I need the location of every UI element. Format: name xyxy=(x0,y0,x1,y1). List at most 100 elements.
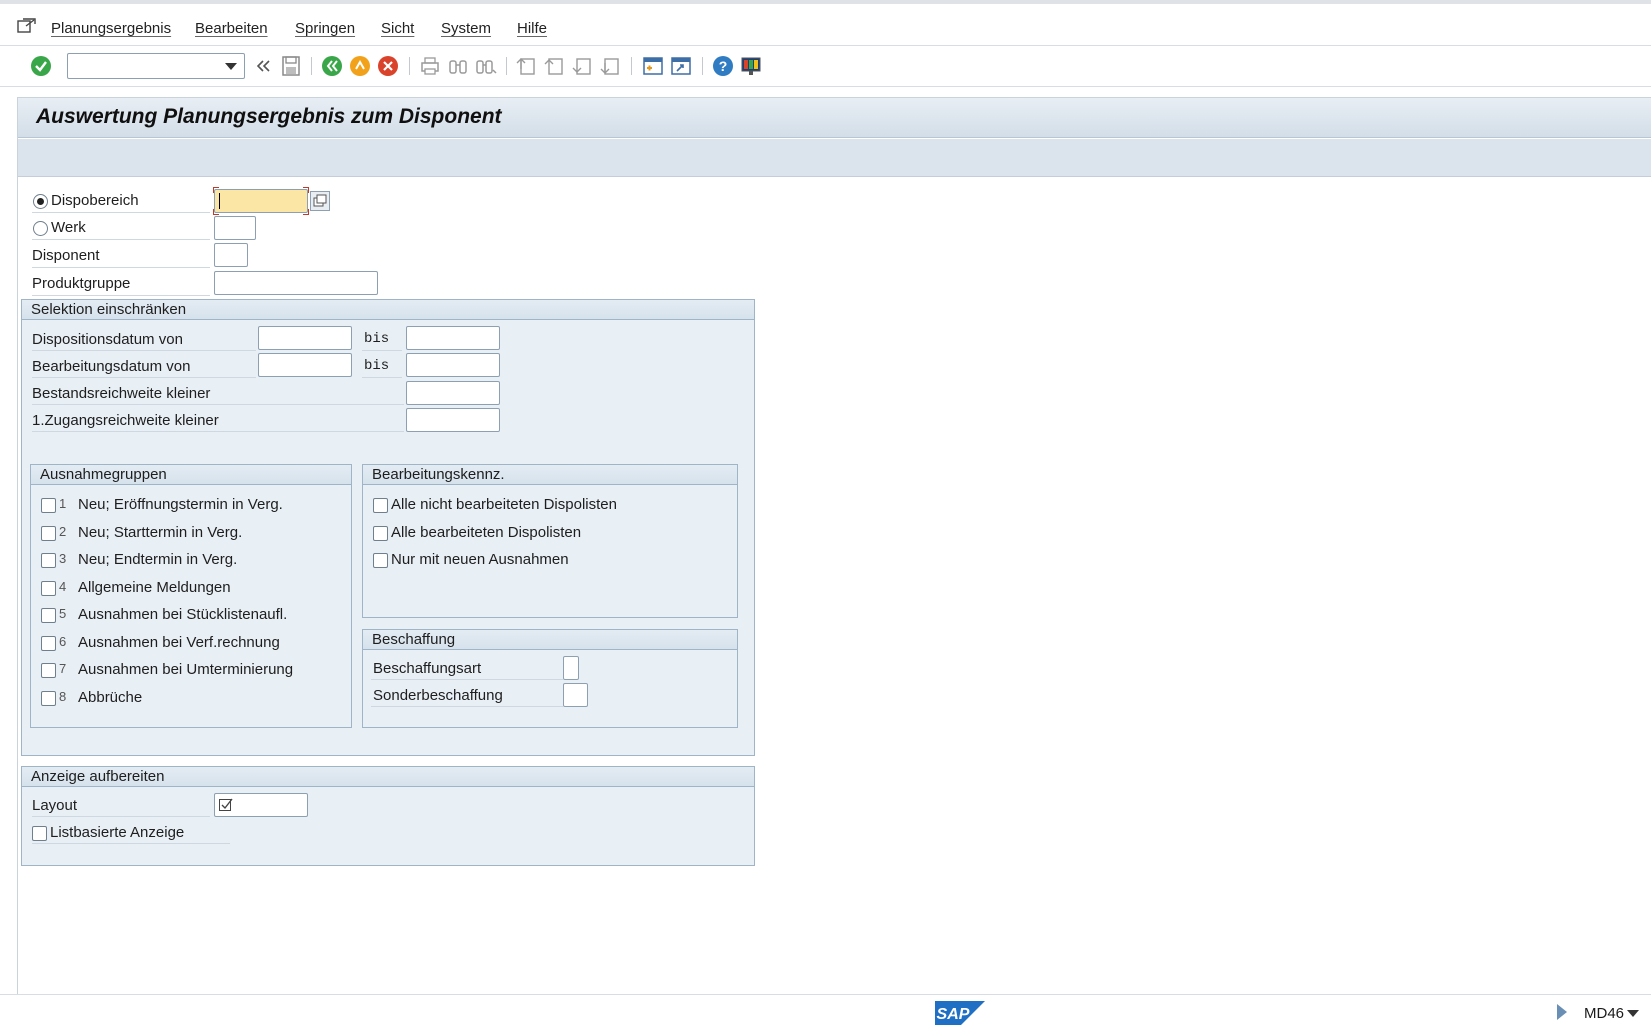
anzeige-title: Anzeige aufbereiten xyxy=(22,767,754,787)
bearbeitungskennz-label: Alle bearbeiteten Dispolisten xyxy=(391,524,582,541)
command-field[interactable] xyxy=(67,53,245,79)
ausnahme-label: Allgemeine Meldungen xyxy=(78,579,231,596)
bearbeitungsdatum-from-input[interactable] xyxy=(258,353,352,377)
ausnahme-checkbox[interactable] xyxy=(41,553,56,568)
dispositionsdatum-bis-label: bis xyxy=(364,331,390,347)
ausnahme-checkbox[interactable] xyxy=(41,636,56,651)
selektion-title: Selektion einschränken xyxy=(22,300,754,320)
multiple-selection-icon[interactable] xyxy=(310,191,330,211)
label-underline xyxy=(32,267,210,268)
label-underline xyxy=(371,706,563,707)
text-cursor xyxy=(219,193,220,209)
menu-icon[interactable] xyxy=(17,18,37,34)
menu-hilfe[interactable]: Hilfe xyxy=(517,20,547,37)
customize-layout-icon[interactable] xyxy=(740,55,762,77)
label-underline xyxy=(32,404,404,405)
last-page-icon[interactable] xyxy=(599,55,621,77)
menu-planungsergebnis[interactable]: Planungsergebnis xyxy=(51,20,171,37)
label-underline xyxy=(32,295,210,296)
sonderbeschaffung-label: Sonderbeschaffung xyxy=(373,687,503,704)
help-icon[interactable]: ? xyxy=(712,55,734,77)
dispositionsdatum-from-input[interactable] xyxy=(258,326,352,350)
bearbeitungskennz-checkbox[interactable] xyxy=(373,498,388,513)
focus-corner xyxy=(213,209,219,215)
focus-corner xyxy=(213,187,219,193)
menu-bar: Planungsergebnis Bearbeiten Springen Sic… xyxy=(0,0,1651,46)
ausnahme-checkbox[interactable] xyxy=(41,608,56,623)
dispobereich-radio[interactable] xyxy=(33,194,48,209)
label-underline xyxy=(362,350,402,351)
bearbeitungskennz-title: Bearbeitungskennz. xyxy=(363,465,737,485)
dispositionsdatum-to-input[interactable] xyxy=(406,326,500,350)
werk-input[interactable] xyxy=(214,216,256,240)
exit-icon[interactable] xyxy=(349,55,371,77)
ausnahme-number: 1 xyxy=(59,496,67,511)
disponent-input[interactable] xyxy=(214,243,248,267)
menu-springen[interactable]: Springen xyxy=(295,20,355,37)
save-icon[interactable] xyxy=(280,55,302,77)
dispobereich-input[interactable] xyxy=(213,187,309,215)
bearbeitungsdatum-bis-label: bis xyxy=(364,358,390,374)
ausnahme-label: Neu; Eröffnungstermin in Verg. xyxy=(78,496,283,513)
menu-system[interactable]: System xyxy=(441,20,491,37)
enter-icon[interactable] xyxy=(30,55,52,77)
ausnahme-number: 6 xyxy=(59,634,67,649)
zugangsreichweite-input[interactable] xyxy=(406,408,500,432)
ausnahme-checkbox[interactable] xyxy=(41,526,56,541)
page-title: Auswertung Planungsergebnis zum Disponen… xyxy=(36,105,502,128)
ausnahme-number: 3 xyxy=(59,551,67,566)
label-underline xyxy=(32,431,404,432)
ausnahme-label: Neu; Starttermin in Verg. xyxy=(78,524,243,541)
generate-shortcut-icon[interactable] xyxy=(670,55,692,77)
back-icon[interactable] xyxy=(321,55,343,77)
sap-logo-text: SAP xyxy=(937,1006,970,1023)
bestandsreichweite-label: Bestandsreichweite kleiner xyxy=(32,385,211,402)
disponent-label: Disponent xyxy=(32,247,100,264)
title-bar: Auswertung Planungsergebnis zum Disponen… xyxy=(18,98,1651,138)
menu-bearbeiten[interactable]: Bearbeiten xyxy=(195,20,268,37)
label-underline xyxy=(32,239,210,240)
previous-page-icon[interactable] xyxy=(543,55,565,77)
print-icon[interactable] xyxy=(419,55,441,77)
beschaffungsart-input[interactable] xyxy=(563,656,579,680)
ausnahme-checkbox[interactable] xyxy=(41,663,56,678)
label-underline xyxy=(371,679,563,680)
find-next-icon[interactable] xyxy=(475,55,497,77)
bearbeitungsdatum-to-input[interactable] xyxy=(406,353,500,377)
bestandsreichweite-input[interactable] xyxy=(406,381,500,405)
ausnahme-label: Ausnahmen bei Stücklistenaufl. xyxy=(78,606,288,623)
value-help-icon[interactable] xyxy=(218,797,234,813)
create-session-icon[interactable] xyxy=(642,55,664,77)
zugangsreichweite-label: 1.Zugangsreichweite kleiner xyxy=(32,412,219,429)
focus-corner xyxy=(303,187,309,193)
ausnahme-number: 4 xyxy=(59,579,67,594)
chevron-down-icon[interactable] xyxy=(225,63,237,70)
ausnahme-label: Ausnahmen bei Verf.rechnung xyxy=(78,634,280,651)
bearbeitungskennz-checkbox[interactable] xyxy=(373,526,388,541)
transaction-code[interactable]: MD46 xyxy=(1584,1005,1624,1022)
first-page-icon[interactable] xyxy=(515,55,537,77)
toolbar-separator xyxy=(506,57,507,75)
label-underline xyxy=(362,377,402,378)
application-toolbar xyxy=(18,139,1651,177)
sonderbeschaffung-input[interactable] xyxy=(563,683,588,707)
back-double-icon[interactable] xyxy=(252,55,274,77)
ausnahme-checkbox[interactable] xyxy=(41,691,56,706)
find-icon[interactable] xyxy=(447,55,469,77)
bearbeitungskennz-checkbox[interactable] xyxy=(373,553,388,568)
menu-sicht[interactable]: Sicht xyxy=(381,20,414,37)
layout-input[interactable] xyxy=(214,793,308,817)
bearbeitungsdatum-label: Bearbeitungsdatum von xyxy=(32,358,191,375)
cancel-icon[interactable] xyxy=(377,55,399,77)
ausnahme-checkbox[interactable] xyxy=(41,498,56,513)
werk-radio[interactable] xyxy=(33,221,48,236)
chevron-down-icon[interactable] xyxy=(1627,1010,1639,1017)
next-page-icon[interactable] xyxy=(571,55,593,77)
ausnahme-number: 8 xyxy=(59,689,67,704)
status-expand-icon[interactable] xyxy=(1557,1004,1567,1020)
ausnahme-checkbox[interactable] xyxy=(41,581,56,596)
listbasiert-checkbox[interactable] xyxy=(32,826,47,841)
status-bar: SAP MD46 xyxy=(0,994,1651,1029)
label-underline xyxy=(32,816,210,817)
produktgruppe-input[interactable] xyxy=(214,271,378,295)
